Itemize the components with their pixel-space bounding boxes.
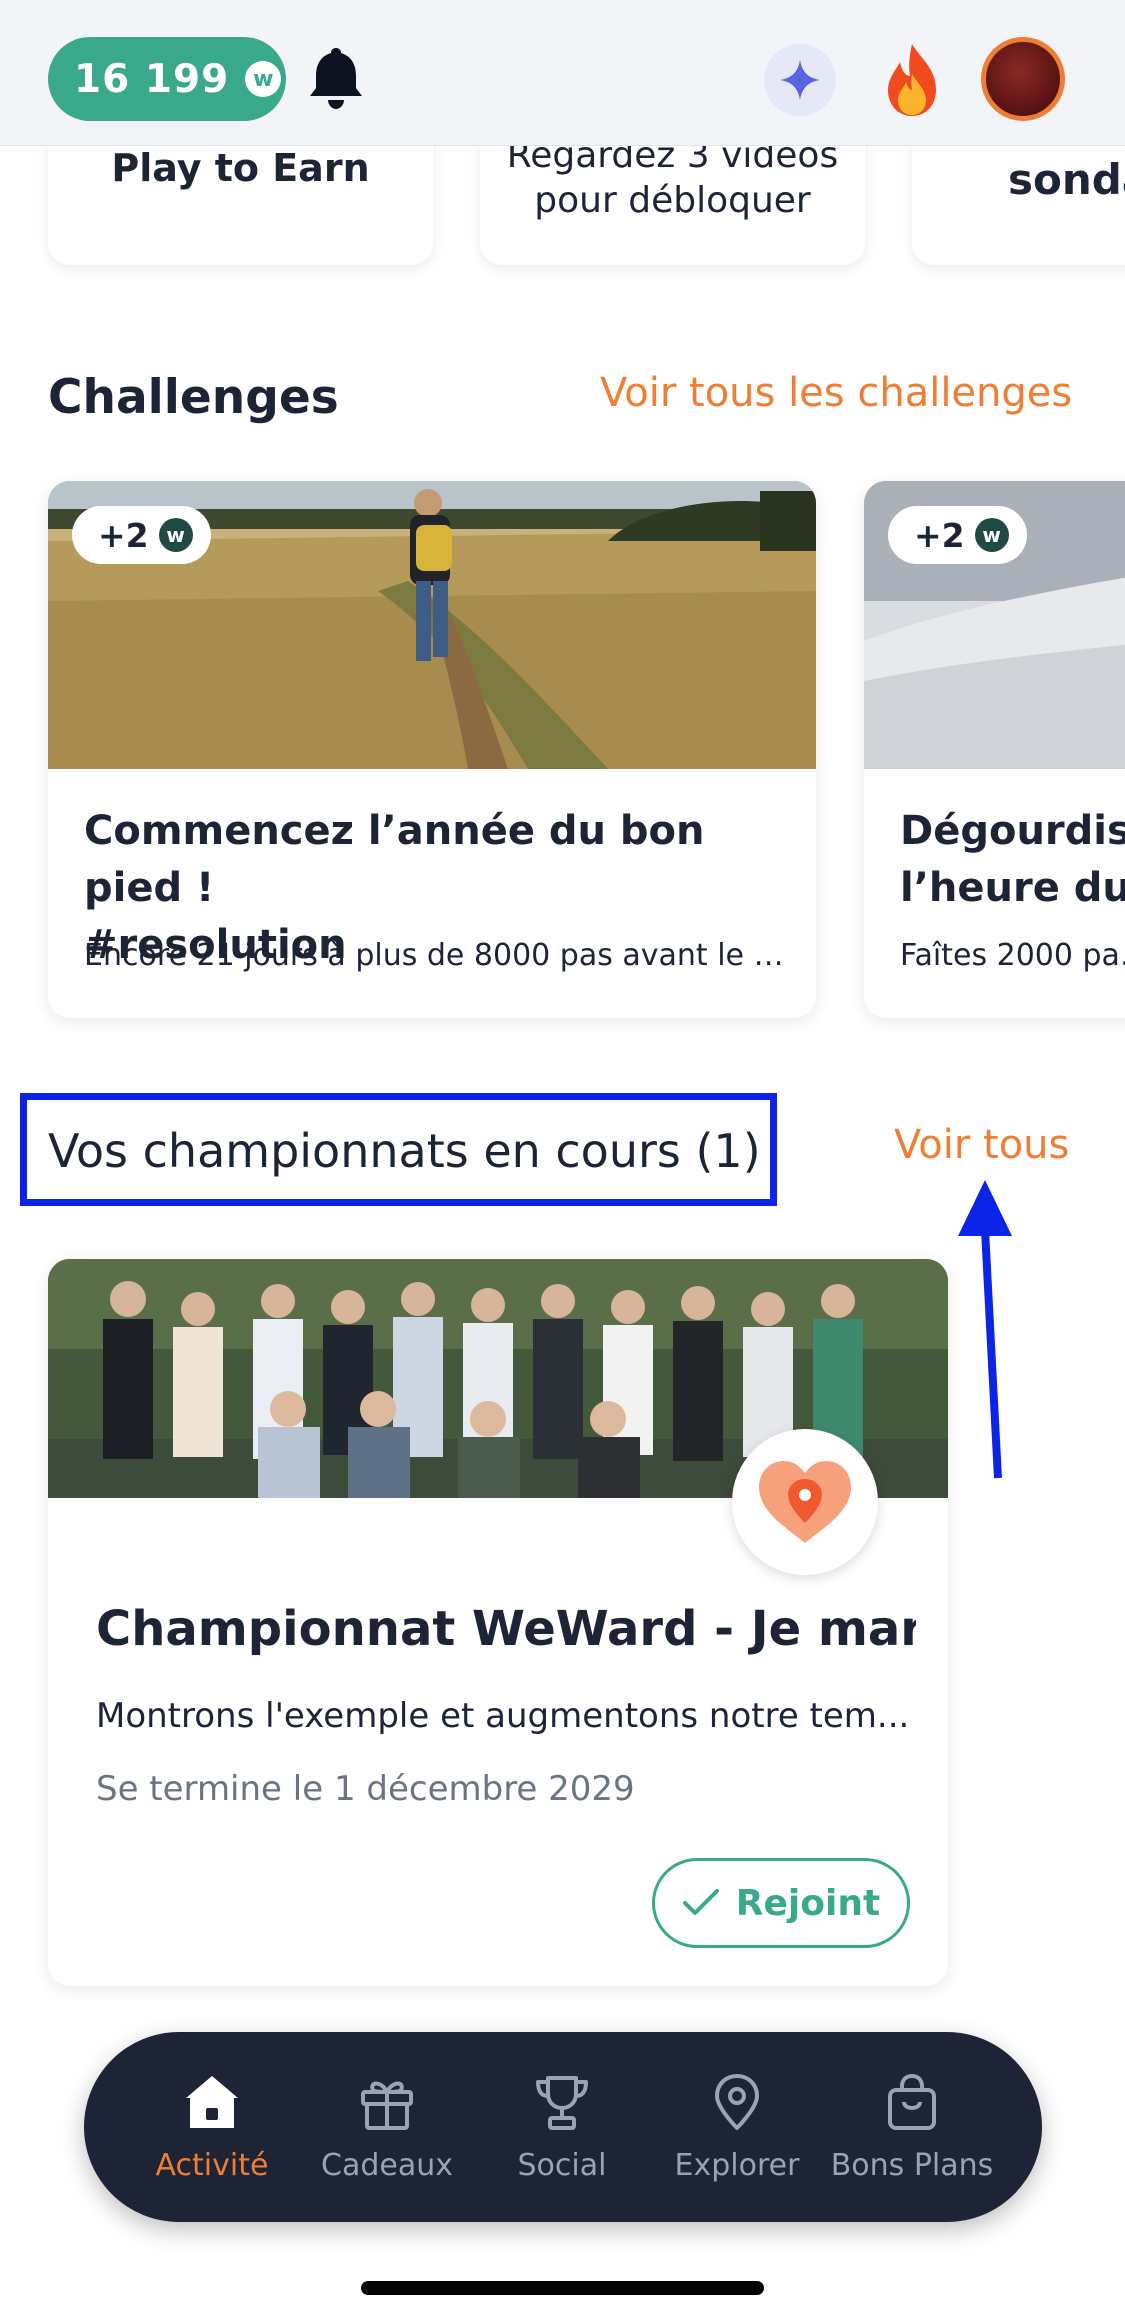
- challenge-image-walker: +2 w: [48, 481, 816, 769]
- ai-sparkle-button[interactable]: [764, 44, 836, 116]
- annotation-arrow: [950, 1180, 1020, 1480]
- bottom-navigation: Activité Cadeaux Social Explorer Bons Pl…: [84, 2032, 1042, 2222]
- highlight-box: [20, 1093, 777, 1206]
- nav-label-bons-plans: Bons Plans: [830, 2148, 994, 2183]
- championship-title: Championnat WeWard - Je marc...: [96, 1601, 916, 1657]
- nav-item-bons-plans[interactable]: Bons Plans: [822, 2068, 1002, 2183]
- top-bar: 16 199 w: [0, 0, 1125, 146]
- nav-label-cadeaux: Cadeaux: [321, 2148, 453, 2183]
- points-balance-pill[interactable]: 16 199 w: [48, 37, 286, 121]
- nav-label-explorer: Explorer: [674, 2148, 800, 2183]
- shopping-bag-icon: [822, 2068, 1002, 2136]
- joined-label: Rejoint: [735, 1882, 881, 1924]
- challenge-title-line1: Commencez l’année du bon pied !: [84, 808, 705, 911]
- nav-item-cadeaux[interactable]: Cadeaux: [297, 2068, 477, 2183]
- reward-badge: +2 w: [888, 506, 1027, 564]
- challenge-card-2[interactable]: +2 w Dégourdiss l’heure du d Faîtes 2000…: [864, 481, 1125, 1018]
- challenges-title: Challenges: [48, 370, 339, 425]
- nav-item-explorer[interactable]: Explorer: [647, 2068, 827, 2183]
- points-value: 16 199: [74, 56, 230, 102]
- home-indicator: [361, 2281, 764, 2295]
- weward-coin-icon: w: [245, 61, 282, 97]
- challenge-card-resolution[interactable]: +2 w Commencez l’année du bon pied ! #re…: [48, 481, 816, 1018]
- challenge-title: Dégourdiss l’heure du d: [900, 803, 1125, 917]
- challenge-description: Faîtes 2000 pas e: [900, 938, 1125, 973]
- bell-icon[interactable]: [306, 44, 366, 114]
- reward-badge-value: +2: [914, 515, 965, 555]
- survey-label: sonda: [1008, 155, 1125, 204]
- weward-coin-icon: w: [974, 518, 1009, 552]
- play-to-earn-label: Play to Earn: [111, 146, 370, 190]
- challenge-description: Encore 21 jours à plus de 8000 pas avant…: [84, 938, 794, 973]
- championship-badge: [732, 1429, 878, 1575]
- nav-item-activite[interactable]: Activité: [122, 2068, 302, 2183]
- joined-button[interactable]: Rejoint: [652, 1858, 910, 1948]
- reward-badge-value: +2: [98, 515, 149, 555]
- nav-item-social[interactable]: Social: [472, 2068, 652, 2183]
- checkmark-icon: [682, 1889, 719, 1915]
- nav-label-social: Social: [517, 2148, 607, 2183]
- gift-icon: [297, 2068, 477, 2136]
- home-icon: [122, 2068, 302, 2136]
- watch-videos-line2: pour débloquer: [534, 180, 811, 221]
- championship-card[interactable]: Championnat WeWard - Je marc... Montrons…: [48, 1259, 948, 1986]
- nav-label-activite: Activité: [155, 2148, 269, 2183]
- sparkle-icon: [780, 60, 820, 100]
- reward-badge: +2 w: [72, 506, 211, 564]
- trophy-icon: [472, 2068, 652, 2136]
- challenge-title-line1: Dégourdiss: [900, 808, 1125, 854]
- map-pin-icon: [647, 2068, 827, 2136]
- weward-coin-icon: w: [158, 518, 193, 552]
- see-all-challenges-link[interactable]: Voir tous les challenges: [600, 370, 1072, 416]
- streak-flame-icon[interactable]: [876, 40, 948, 120]
- see-all-championships-link[interactable]: Voir tous: [894, 1122, 1069, 1168]
- championship-description: Montrons l'exemple et augmentons notre t…: [96, 1696, 910, 1736]
- heart-pin-icon: [759, 1461, 851, 1543]
- profile-avatar[interactable]: [981, 37, 1065, 121]
- championship-end-date: Se termine le 1 décembre 2029: [96, 1769, 635, 1809]
- challenge-title-line2: l’heure du d: [900, 865, 1125, 911]
- challenge-image-dunes: +2 w: [864, 481, 1125, 769]
